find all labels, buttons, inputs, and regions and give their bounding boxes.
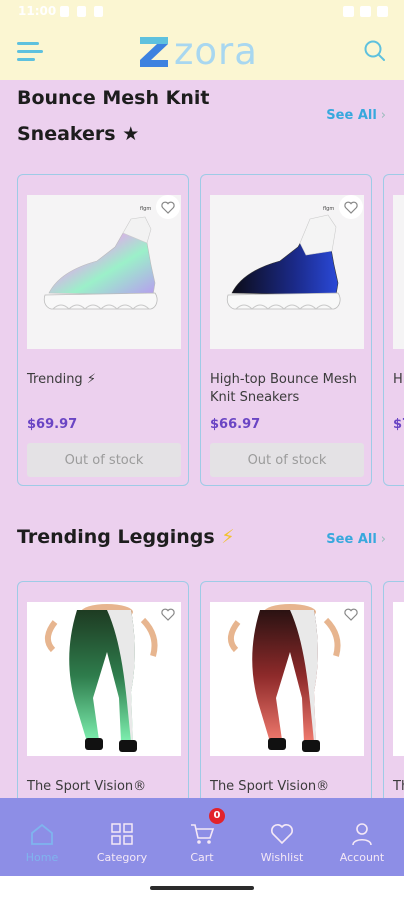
product-card[interactable]: Th (383, 581, 404, 798)
chevron-right-icon: › (380, 532, 386, 547)
product-card[interactable]: flgm High-top Bounce Mesh Knit Sneakers … (200, 174, 372, 486)
section-title-leggings: Trending Leggings ⚡ (17, 526, 235, 548)
logo-text: zora (174, 30, 258, 73)
nav-cart[interactable]: 0 Cart (162, 798, 242, 876)
product-name: The Sport Vision® (210, 779, 330, 794)
product-price: $7 (393, 417, 404, 432)
product-price: $69.97 (27, 417, 78, 432)
nav-home-label: Home (25, 851, 59, 864)
nav-category-label: Category (96, 851, 148, 864)
user-icon (352, 823, 372, 846)
wishlist-button[interactable] (156, 602, 180, 626)
product-name: Th (393, 779, 404, 794)
product-image (210, 602, 364, 756)
status-time: 11:00 (18, 4, 57, 18)
search-icon[interactable] (364, 40, 386, 62)
status-bar: 11:00 (0, 0, 404, 24)
bottom-navigation: Home Category 0 Cart Wishlist Account (0, 798, 404, 876)
home-gesture-handle[interactable] (150, 886, 254, 890)
lightning-icon: ⚡ (221, 526, 235, 548)
product-image (27, 602, 181, 756)
product-name: High-top Bounce Mesh Knit Sneakers (210, 372, 357, 405)
app-header: zora (0, 24, 404, 80)
nav-category[interactable]: Category (82, 798, 162, 876)
see-all-sneakers-link[interactable]: See All › (326, 108, 386, 123)
wishlist-button[interactable] (339, 195, 363, 219)
nav-account-label: Account (339, 851, 385, 864)
wishlist-button[interactable] (156, 195, 180, 219)
nav-wishlist[interactable]: Wishlist (242, 798, 322, 876)
star-icon: ★ (122, 123, 140, 145)
app-logo: zora (140, 31, 258, 73)
menu-icon[interactable] (17, 42, 43, 62)
product-card[interactable]: The Sport Vision® (17, 581, 189, 798)
logo-z-icon (140, 37, 168, 67)
nav-wishlist-label: Wishlist (260, 851, 304, 864)
out-of-stock-button[interactable]: Out of stock (27, 443, 181, 477)
status-system-icons (343, 6, 388, 17)
heart-icon (344, 608, 358, 621)
product-name: The Sport Vision® (27, 779, 147, 794)
heart-icon (344, 201, 358, 214)
product-card[interactable]: The Sport Vision® (200, 581, 372, 798)
product-name: Trending ⚡ (27, 372, 96, 387)
home-icon (31, 823, 53, 845)
grid-icon (111, 823, 133, 845)
product-image: flgm (27, 195, 181, 349)
gesture-bar (0, 876, 404, 900)
product-image: flgm (210, 195, 364, 349)
see-all-leggings-link[interactable]: See All › (326, 532, 386, 547)
heart-icon (161, 608, 175, 621)
product-card[interactable]: Hi Kr $7 (383, 174, 404, 486)
section-title-sneakers: Bounce Mesh Knit Sneakers ★ (17, 87, 210, 145)
heart-icon (161, 201, 175, 214)
product-image (393, 602, 404, 756)
svg-text:flgm: flgm (140, 206, 151, 212)
product-card[interactable]: flgm Trending ⚡ $69.97 Out of stock (17, 174, 189, 486)
status-notification-icons (60, 6, 103, 17)
nav-account[interactable]: Account (322, 798, 402, 876)
nav-home[interactable]: Home (2, 798, 82, 876)
product-image (393, 195, 404, 349)
chevron-right-icon: › (380, 108, 386, 123)
nav-cart-label: Cart (190, 851, 214, 864)
heart-icon (271, 824, 293, 845)
home-content[interactable]: Bounce Mesh Knit Sneakers ★ See All › flg… (0, 80, 404, 798)
cart-count-badge: 0 (209, 808, 225, 824)
product-price: $66.97 (210, 417, 261, 432)
product-name: Hi Kr (393, 372, 404, 387)
cart-icon (191, 824, 215, 844)
wishlist-button[interactable] (339, 602, 363, 626)
out-of-stock-button[interactable]: Out of stock (210, 443, 364, 477)
svg-text:flgm: flgm (323, 206, 334, 212)
